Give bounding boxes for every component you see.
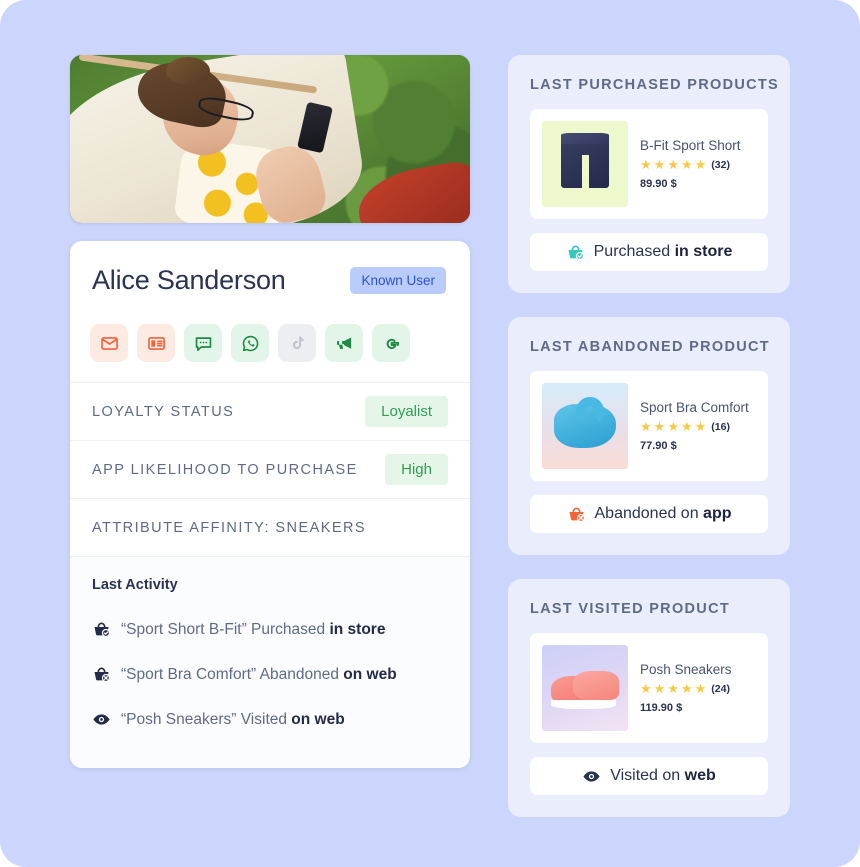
sms-icon	[194, 334, 213, 353]
right-column: Last Purchased Products B-Fit Sport Shor…	[508, 55, 790, 817]
star-icon: ★	[694, 419, 707, 434]
attribute-row-attribute-affinity: Attribute Affinity: Sneakers	[70, 499, 470, 557]
star-icon: ★	[640, 157, 652, 172]
rating-count: (16)	[711, 420, 730, 433]
attribute-value-badge: High	[385, 454, 448, 485]
activity-item-purchased: “Sport Short B-Fit” Purchased in store	[92, 607, 448, 652]
product-name: B-Fit Sport Short	[640, 138, 741, 153]
eye-icon	[92, 710, 111, 729]
google-icon	[382, 334, 401, 353]
product-info: B-Fit Sport Short ★ ★ ★ ★ ★ (32) 89.90 $	[640, 138, 741, 190]
sport-short-thumbnail	[542, 121, 628, 207]
basket-check-icon	[566, 243, 585, 262]
product-info: Posh Sneakers ★ ★ ★ ★ ★ (24) 119.90 $	[640, 662, 732, 714]
rating-count: (32)	[711, 158, 730, 171]
star-icon: ★	[640, 681, 652, 696]
card-footer-purchased[interactable]: Purchased in store	[530, 233, 768, 271]
attribute-label: Loyalty Status	[92, 403, 235, 420]
whatsapp-icon	[241, 334, 260, 353]
attribute-row-loyalty-status: Loyalty Status Loyalist	[70, 383, 470, 441]
rating: ★ ★ ★ ★ ★ (24)	[640, 682, 732, 695]
card-last-visited-product: Last Visited Product Posh Sneakers ★ ★ ★…	[508, 579, 790, 817]
newsletter-icon	[147, 334, 166, 353]
star-icon: ★	[694, 157, 707, 172]
card-footer-text: Visited on web	[610, 767, 716, 784]
hero-hair-bun	[166, 56, 210, 86]
eye-icon	[582, 767, 601, 786]
star-icon: ★	[680, 157, 693, 172]
product-price: 77.90 $	[640, 440, 677, 452]
channel-email[interactable]	[90, 324, 128, 362]
activity-item-abandoned: “Sport Bra Comfort” Abandoned on web	[92, 652, 448, 697]
channel-sms[interactable]	[184, 324, 222, 362]
customer-profile-page: Alice Sanderson Known User LOYALTY STATU…	[0, 0, 860, 867]
basket-check-icon	[92, 620, 111, 639]
sport-bra-thumbnail	[542, 383, 628, 469]
tiktok-icon	[288, 334, 307, 353]
push-icon	[335, 334, 354, 353]
card-title: Last Visited Product	[530, 601, 731, 617]
card-footer-text: Abandoned on app	[594, 505, 732, 522]
attribute-value-badge: Loyalist	[365, 396, 448, 427]
card-title: Last Abandoned Product	[530, 339, 770, 355]
channel-whatsapp[interactable]	[231, 324, 269, 362]
star-icon: ★	[640, 419, 652, 434]
product-tile[interactable]: Posh Sneakers ★ ★ ★ ★ ★ (24) 119.90 $	[530, 633, 768, 743]
left-column: Alice Sanderson Known User LOYALTY STATU…	[70, 55, 470, 768]
star-icon: ★	[667, 419, 679, 434]
last-activity-title: Last Activity	[92, 577, 178, 593]
product-price: 119.90 $	[640, 702, 683, 714]
attribute-row-app-likelihood: App Likelihood to Purchase High	[70, 441, 470, 499]
card-footer-visited[interactable]: Visited on web	[530, 757, 768, 795]
profile-hero-image	[70, 55, 470, 223]
page-title: Alice Sanderson	[92, 265, 286, 295]
card-last-abandoned-product: Last Abandoned Product Sport Bra Comfort…	[508, 317, 790, 555]
product-price: 89.90 $	[640, 178, 677, 190]
product-name: Sport Bra Comfort	[640, 400, 749, 415]
activity-text: “Sport Short B-Fit” Purchased in store	[121, 620, 386, 638]
star-icon: ★	[667, 681, 679, 696]
profile-card: Alice Sanderson Known User LOYALTY STATU…	[70, 241, 470, 768]
star-icon: ★	[680, 419, 693, 434]
activity-item-visited: “Posh Sneakers” Visited on web	[92, 697, 448, 742]
product-name: Posh Sneakers	[640, 662, 732, 677]
activity-text: “Posh Sneakers” Visited on web	[121, 710, 345, 728]
attribute-label: Attribute Affinity: Sneakers	[92, 519, 366, 536]
product-info: Sport Bra Comfort ★ ★ ★ ★ ★ (16) 77.90 $	[640, 400, 749, 452]
card-footer-text: Purchased in store	[593, 243, 733, 260]
basket-x-icon	[92, 665, 111, 684]
card-title: Last Purchased Products	[530, 77, 780, 93]
star-icon: ★	[667, 157, 679, 172]
profile-name-row: Alice Sanderson Known User	[70, 241, 470, 316]
product-tile[interactable]: Sport Bra Comfort ★ ★ ★ ★ ★ (16) 77.90 $	[530, 371, 768, 481]
email-icon	[100, 334, 119, 353]
channel-push[interactable]	[325, 324, 363, 362]
card-last-purchased-products: Last Purchased Products B-Fit Sport Shor…	[508, 55, 790, 293]
star-icon: ★	[680, 681, 693, 696]
product-tile[interactable]: B-Fit Sport Short ★ ★ ★ ★ ★ (32) 89.90 $	[530, 109, 768, 219]
channel-icon-list	[70, 316, 470, 383]
star-icon: ★	[653, 681, 666, 696]
attribute-label: App Likelihood to Purchase	[92, 461, 358, 478]
last-activity-section: Last Activity “Sport Short B-Fit” Purcha…	[70, 557, 470, 768]
basket-x-icon	[567, 505, 586, 524]
channel-google[interactable]	[372, 324, 410, 362]
rating: ★ ★ ★ ★ ★ (16)	[640, 420, 749, 433]
card-footer-abandoned[interactable]: Abandoned on app	[530, 495, 768, 533]
star-icon: ★	[653, 157, 666, 172]
channel-tiktok[interactable]	[278, 324, 316, 362]
activity-text: “Sport Bra Comfort” Abandoned on web	[121, 665, 397, 683]
star-icon: ★	[653, 419, 666, 434]
rating: ★ ★ ★ ★ ★ (32)	[640, 158, 741, 171]
star-icon: ★	[694, 681, 707, 696]
posh-sneakers-thumbnail	[542, 645, 628, 731]
channel-newsletter[interactable]	[137, 324, 175, 362]
status-badge: Known User	[350, 267, 446, 294]
rating-count: (24)	[711, 682, 730, 695]
